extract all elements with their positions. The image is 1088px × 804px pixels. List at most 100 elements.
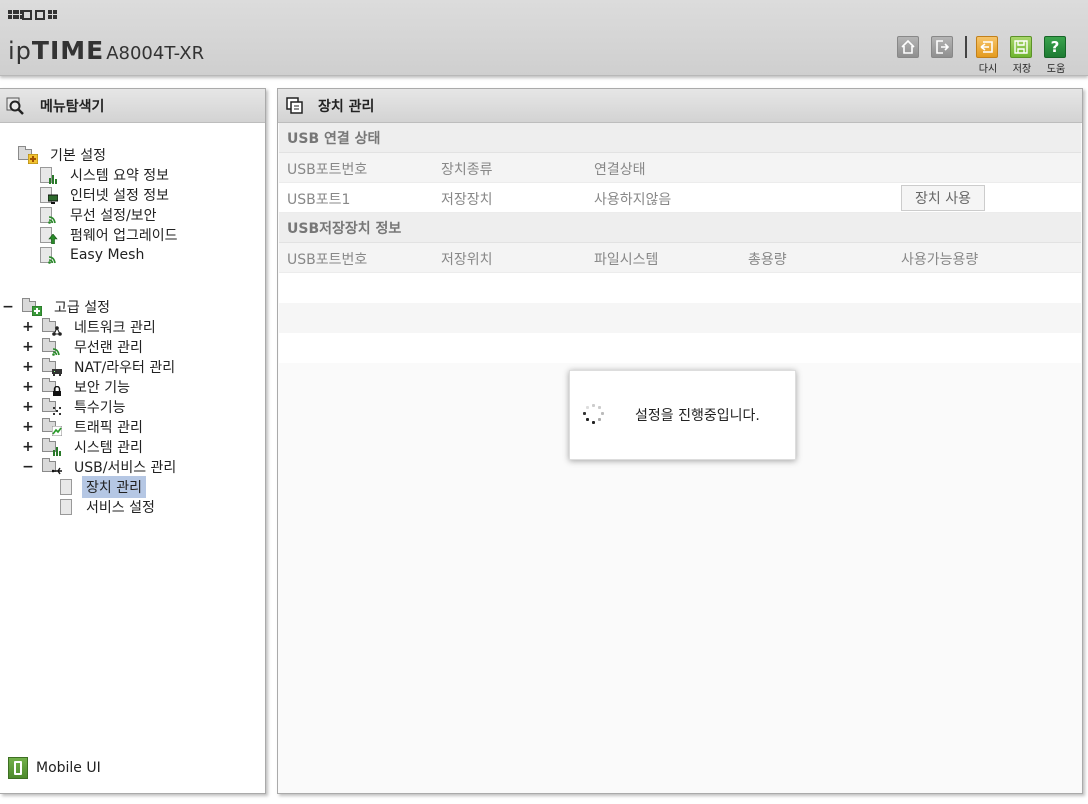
column-header: 파일시스템: [594, 252, 659, 268]
tree-item-wireless-security[interactable]: 무선 설정/보안: [38, 205, 160, 225]
logout-button[interactable]: [931, 36, 953, 58]
tree-item-firmware-upgrade[interactable]: 펌웨어 업그레이드: [38, 225, 182, 245]
tree-item-usb-service[interactable]: − USB/서비스 관리: [22, 457, 180, 477]
device-type-cell: 저장장치: [441, 192, 493, 208]
use-device-button[interactable]: 장치 사용: [901, 185, 985, 211]
menu-explorer-header: 메뉴탐색기: [0, 89, 265, 123]
tree-item-service-settings[interactable]: 서비스 설정: [58, 497, 159, 517]
tree-item-label: USB/서비스 관리: [74, 460, 177, 476]
folder-icon: [22, 298, 42, 316]
tree-item-label: 무선랜 관리: [74, 340, 143, 356]
mobile-phone-icon: [8, 757, 28, 779]
tree-item-label: Easy Mesh: [70, 247, 145, 263]
collapse-toggle[interactable]: −: [2, 299, 14, 315]
expand-toggle[interactable]: +: [22, 399, 34, 415]
tree-item-label: 서비스 설정: [86, 500, 155, 516]
tree-item-label: 시스템 관리: [74, 440, 143, 456]
tree-item-security[interactable]: + 보안 기능: [22, 377, 134, 397]
save-button[interactable]: [1010, 36, 1032, 58]
tree-basic-settings-label: 기본 설정: [50, 148, 106, 164]
tree-item-special-features[interactable]: + 특수기능: [22, 397, 130, 417]
tree-item-label: 시스템 요약 정보: [70, 168, 170, 184]
usb-status-section-title: USB 연결 상태: [279, 123, 1081, 153]
expand-toggle[interactable]: +: [22, 359, 34, 375]
tree-item-label-selected: 장치 관리: [82, 476, 146, 498]
traffic-chart-icon: [42, 418, 62, 436]
column-header: 장치종류: [441, 162, 493, 178]
tree-advanced-settings-label: 고급 설정: [54, 300, 110, 316]
mobile-ui-link[interactable]: Mobile UI: [8, 757, 101, 779]
progress-dialog: 설정을 진행중입니다.: [569, 370, 796, 460]
question-icon: ?: [1050, 38, 1060, 56]
tree-item-device-management[interactable]: 장치 관리: [58, 476, 146, 498]
expand-toggle[interactable]: +: [22, 439, 34, 455]
column-header: USB포트번호: [287, 162, 368, 178]
chart-icon: [38, 166, 58, 184]
column-header: 총용량: [748, 252, 787, 268]
tree-item-internet-info[interactable]: 인터넷 설정 정보: [38, 185, 173, 205]
magnifier-icon: [6, 97, 24, 115]
tree-item-label: 특수기능: [74, 400, 126, 416]
reset-button[interactable]: [976, 36, 998, 58]
wifi-icon: [38, 206, 58, 224]
wifi-icon: [42, 338, 62, 356]
connection-status-cell: 사용하지않음: [594, 192, 672, 208]
network-icon: [42, 318, 62, 336]
tree-item-label: NAT/라우터 관리: [74, 360, 176, 376]
chart-icon: [42, 438, 62, 456]
floppy-icon: [1014, 40, 1028, 54]
column-header: 연결상태: [594, 162, 646, 178]
tree-item-traffic[interactable]: + 트래픽 관리: [22, 417, 147, 437]
brand-ip: ip: [8, 37, 32, 65]
usb-port-row: USB포트1 저장장치 사용하지않음 장치 사용: [279, 183, 1081, 213]
expand-toggle[interactable]: +: [22, 339, 34, 355]
menu-explorer-panel: 메뉴탐색기 기본 설정 시스템 요약 정보 인터넷 설정 정보 무선 설정/보안…: [0, 88, 266, 794]
mobile-ui-label: Mobile UI: [36, 760, 101, 776]
column-header: 사용가능용량: [901, 252, 979, 268]
lock-icon: [42, 378, 62, 396]
folder-icon: [18, 146, 38, 164]
usb-status-header-row: USB포트번호 장치종류 연결상태: [279, 153, 1081, 183]
expand-toggle[interactable]: +: [22, 419, 34, 435]
reset-label: 다시: [978, 64, 998, 75]
expand-toggle[interactable]: +: [22, 319, 34, 335]
logout-icon: [936, 40, 950, 54]
upgrade-arrow-icon: [38, 226, 58, 244]
mesh-wifi-icon: [38, 246, 58, 264]
special-features-icon: [42, 398, 62, 416]
tree-item-easy-mesh[interactable]: Easy Mesh: [38, 245, 148, 265]
progress-message: 설정을 진행중입니다.: [635, 408, 760, 424]
home-icon: [901, 39, 915, 54]
undo-icon: [980, 41, 993, 53]
tree-item-system-management[interactable]: + 시스템 관리: [22, 437, 147, 457]
tree-item-wireless-lan[interactable]: + 무선랜 관리: [22, 337, 147, 357]
usb-icon: [42, 458, 62, 476]
help-label: 도움: [1046, 64, 1066, 75]
tree-basic-settings[interactable]: 기본 설정: [18, 145, 110, 165]
collapse-toggle[interactable]: −: [22, 459, 34, 475]
usb-storage-header-row: USB포트번호 저장위치 파일시스템 총용량 사용가능용량: [279, 243, 1081, 273]
tree-advanced-settings[interactable]: − 고급 설정: [2, 297, 114, 317]
tree-item-nat-router[interactable]: + NAT/라우터 관리: [22, 357, 179, 377]
header-separator: [965, 36, 967, 58]
save-label: 저장: [1012, 64, 1032, 75]
column-header: USB포트번호: [287, 252, 368, 268]
help-button[interactable]: ?: [1044, 36, 1066, 58]
page-icon: [58, 498, 74, 516]
loading-spinner-icon: [583, 404, 605, 426]
column-header: 저장위치: [441, 252, 493, 268]
tree-item-system-summary[interactable]: 시스템 요약 정보: [38, 165, 173, 185]
tree-item-network[interactable]: + 네트워크 관리: [22, 317, 160, 337]
tree-item-label: 인터넷 설정 정보: [70, 188, 170, 204]
menu-explorer-title: 메뉴탐색기: [40, 98, 105, 115]
content-body: USB 연결 상태 USB포트번호 장치종류 연결상태 USB포트1 저장장치 …: [279, 123, 1081, 363]
page-icon: [58, 478, 74, 496]
tree-item-label: 펌웨어 업그레이드: [70, 228, 178, 244]
usb-storage-section-title: USB저장장치 정보: [279, 213, 1081, 243]
tree-item-label: 트래픽 관리: [74, 420, 143, 436]
brand-logo: ipTIME A8004T-XR: [8, 36, 204, 65]
brand-time: TIME: [31, 36, 105, 65]
empty-row: [279, 333, 1081, 363]
home-button[interactable]: [897, 36, 919, 58]
expand-toggle[interactable]: +: [22, 379, 34, 395]
